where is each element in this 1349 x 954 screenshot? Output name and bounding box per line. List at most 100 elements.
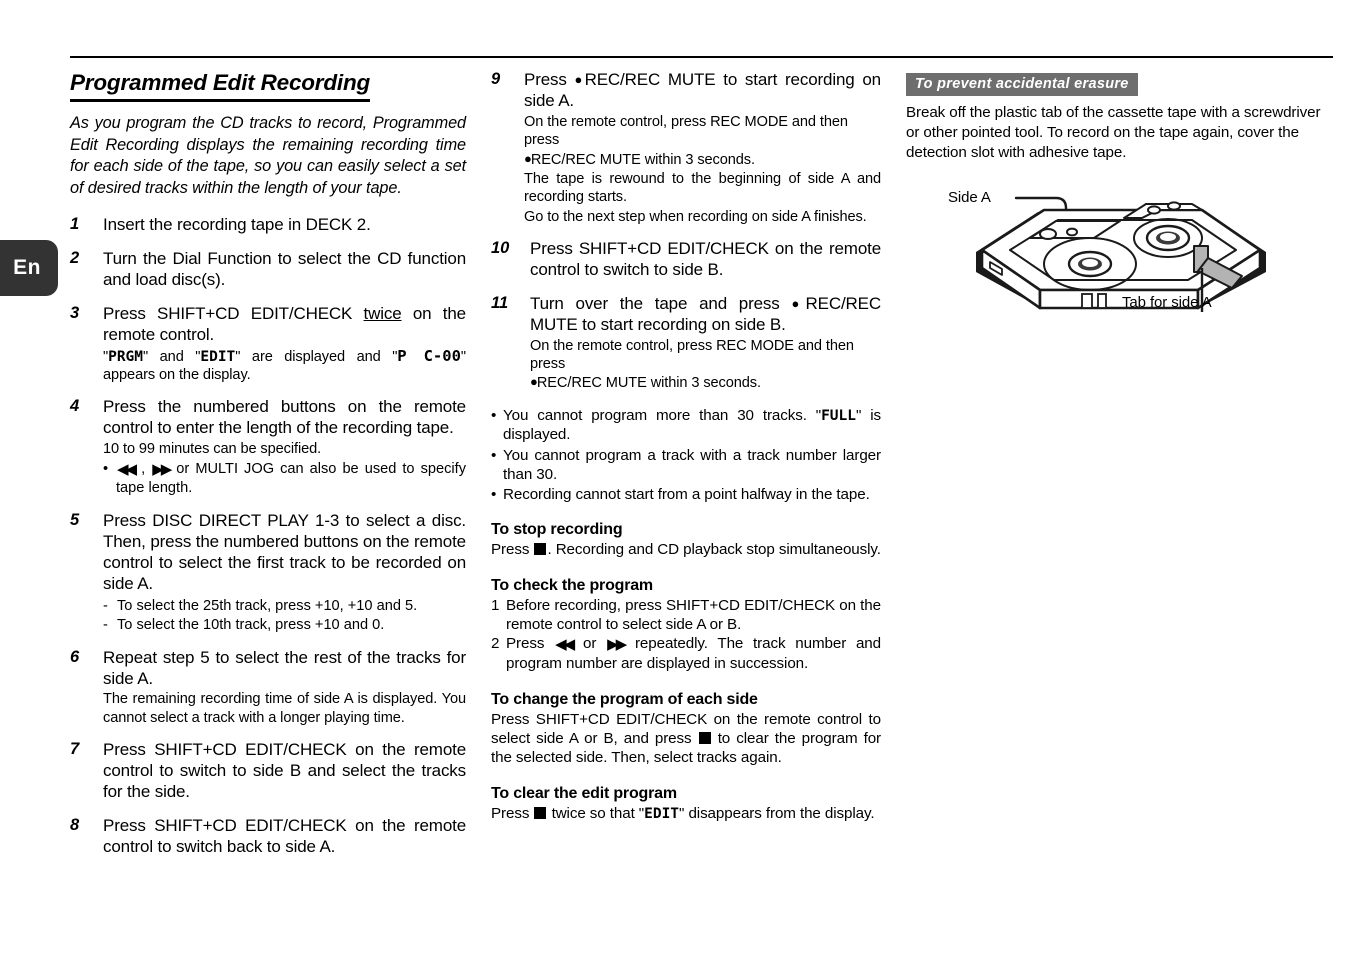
bullet-icon: • bbox=[491, 406, 497, 424]
step-note-text: REC/REC MUTE within 3 seconds. bbox=[536, 375, 761, 392]
column-three: To prevent accidental erasure Break off … bbox=[906, 70, 1336, 336]
step-note: ●REC/REC MUTE within 3 seconds. bbox=[524, 151, 881, 169]
subsection-heading: To stop recording bbox=[491, 521, 623, 539]
numbered-item: 1 Before recording, press SHIFT+CD EDIT/… bbox=[491, 596, 881, 635]
item-text-pre: Press bbox=[506, 635, 555, 653]
step-text: Turn the Dial Function to select the CD … bbox=[103, 248, 466, 289]
screw-hole-2 bbox=[1066, 227, 1078, 237]
header-rule bbox=[70, 56, 1333, 58]
step-note: ●REC/REC MUTE within 3 seconds. bbox=[530, 374, 881, 392]
step-6: 6 Repeat step 5 to select the rest of th… bbox=[70, 648, 466, 728]
step-number: 11 bbox=[491, 293, 509, 312]
display-text-edit: EDIT bbox=[200, 348, 236, 365]
stop-square-icon bbox=[698, 731, 711, 744]
body-post: " disappears from the display. bbox=[679, 804, 875, 822]
bullet-text: ◀◀ , ▶▶ or MULTI JOG can also be used to… bbox=[116, 460, 466, 498]
display-text-edit: EDIT bbox=[644, 805, 680, 822]
step-text: Press SHIFT+CD EDIT/CHECK on the remote … bbox=[530, 239, 881, 279]
spool-left-hole bbox=[1082, 259, 1098, 268]
step-text-pre: Press bbox=[524, 70, 575, 89]
step-text: Press ●REC/REC MUTE to start recording o… bbox=[524, 70, 881, 112]
item-number: 1 bbox=[491, 596, 500, 614]
step-note: The remaining recording time of side A i… bbox=[103, 691, 466, 726]
language-tab: En bbox=[0, 240, 58, 296]
note-text: Recording cannot start from a point half… bbox=[503, 486, 870, 504]
dash-text: To select the 10th track, press +10 and … bbox=[117, 616, 385, 633]
step-number: 7 bbox=[70, 740, 80, 759]
screw-hole-1 bbox=[1039, 228, 1057, 241]
step-text-pre: Turn over the tape and press bbox=[530, 293, 792, 313]
step-text: Press SHIFT+CD EDIT/CHECK on the remote … bbox=[103, 740, 466, 802]
cassette-figure: Side A Tab for side A bbox=[906, 176, 1336, 336]
note-text: You cannot program a track with a track … bbox=[503, 446, 881, 483]
note-item: • You cannot program a track with a trac… bbox=[491, 446, 881, 485]
spool-right-hole bbox=[1160, 233, 1176, 242]
section-intro: As you program the CD tracks to record, … bbox=[70, 114, 466, 197]
dash-item: - To select the 10th track, press +10 an… bbox=[103, 616, 466, 635]
front-notch-1 bbox=[1081, 293, 1093, 310]
step-note: "PRGM" and "EDIT" are displayed and "P C… bbox=[103, 347, 466, 385]
note-item: • Recording cannot start from a point ha… bbox=[491, 485, 881, 504]
figure-label-tab: Tab for side A bbox=[1122, 294, 1212, 312]
subsection-heading: To change the program of each side bbox=[491, 690, 758, 708]
step-text: Press SHIFT+CD EDIT/CHECK on the remote … bbox=[103, 815, 466, 856]
step-2: 2 Turn the Dial Function to select the C… bbox=[70, 249, 466, 291]
subsection-body: Press twice so that "EDIT" disappears fr… bbox=[491, 804, 881, 823]
callout-heading: To prevent accidental erasure bbox=[906, 73, 1138, 96]
step-number: 2 bbox=[70, 248, 80, 267]
comma: , bbox=[135, 460, 152, 477]
subsection-heading: To clear the edit program bbox=[491, 784, 677, 802]
numbered-item: 2 Press ◀◀ or ▶▶ repeatedly. The track n… bbox=[491, 634, 881, 673]
step-text: Repeat step 5 to select the rest of the … bbox=[103, 647, 466, 688]
step-note: Go to the next step when recording on si… bbox=[524, 208, 867, 225]
display-text-prgm: PRGM bbox=[108, 348, 144, 365]
body-mid: twice so that " bbox=[547, 804, 645, 822]
manual-page: En Programmed Edit Recording As you prog… bbox=[0, 0, 1349, 954]
column-two: 9 Press ●REC/REC MUTE to start recording… bbox=[491, 70, 881, 823]
step-9: 9 Press ●REC/REC MUTE to start recording… bbox=[491, 70, 881, 226]
dash-item: - To select the 25th track, press +10, +… bbox=[103, 597, 466, 616]
step-10: 10 Press SHIFT+CD EDIT/CHECK on the remo… bbox=[491, 239, 881, 281]
dash-icon: - bbox=[103, 597, 108, 614]
fast-forward-icon: ▶▶ bbox=[607, 636, 627, 654]
item-text-mid: or bbox=[573, 635, 607, 653]
step-note-text: REC/REC MUTE within 3 seconds. bbox=[530, 151, 755, 168]
item-text: Press ◀◀ or ▶▶ repeatedly. The track num… bbox=[506, 634, 881, 673]
record-dot-icon: ● bbox=[791, 295, 806, 311]
figure-label-side-a: Side A bbox=[948, 189, 991, 207]
note-text: You cannot program more than 30 tracks. … bbox=[503, 406, 881, 445]
stop-square-icon bbox=[534, 543, 547, 556]
subsection-heading: To check the program bbox=[491, 576, 653, 594]
step-text: Press SHIFT+CD EDIT/CHECK twice on the r… bbox=[103, 304, 466, 346]
record-dot-icon: ● bbox=[524, 150, 532, 166]
step-note: On the remote control, press REC MODE an… bbox=[524, 113, 848, 149]
screw-hole-3 bbox=[1147, 205, 1161, 215]
step-text-emphasis: twice bbox=[363, 303, 402, 323]
stop-square-icon bbox=[534, 806, 547, 819]
display-text-p-c00: P C-00 bbox=[397, 346, 461, 365]
notes-list: • You cannot program more than 30 tracks… bbox=[491, 406, 881, 505]
step-number: 1 bbox=[70, 215, 80, 233]
record-dot-icon: ● bbox=[574, 72, 586, 87]
dash-icon: - bbox=[103, 616, 108, 633]
step-3: 3 Press SHIFT+CD EDIT/CHECK twice on the… bbox=[70, 304, 466, 385]
subsection-clear-program: To clear the edit program Press twice so… bbox=[491, 785, 881, 823]
item-text: Before recording, press SHIFT+CD EDIT/CH… bbox=[506, 596, 881, 633]
body-pre: Press bbox=[491, 541, 534, 559]
step-number: 3 bbox=[70, 303, 80, 322]
record-dot-icon: ● bbox=[530, 374, 538, 390]
subsection-body: Press . Recording and CD playback stop s… bbox=[491, 540, 881, 559]
step-8: 8 Press SHIFT+CD EDIT/CHECK on the remot… bbox=[70, 816, 466, 858]
step-text-pre: Press SHIFT+CD EDIT/CHECK bbox=[103, 303, 364, 323]
step-number: 5 bbox=[70, 511, 80, 530]
bullet-icon: • bbox=[103, 460, 109, 477]
note-mid-1: " and " bbox=[143, 348, 201, 365]
section-title: Programmed Edit Recording bbox=[70, 70, 370, 102]
step-bullet: • ◀◀ , ▶▶ or MULTI JOG can also be used … bbox=[103, 460, 466, 498]
step-text: Insert the recording tape in DECK 2. bbox=[103, 215, 371, 234]
subsection-check-program: To check the program 1 Before recording,… bbox=[491, 577, 881, 674]
step-7: 7 Press SHIFT+CD EDIT/CHECK on the remot… bbox=[70, 740, 466, 803]
step-note: The tape is rewound to the beginning of … bbox=[524, 170, 881, 206]
dash-text: To select the 25th track, press +10, +10… bbox=[117, 597, 418, 614]
step-number: 10 bbox=[491, 239, 510, 258]
